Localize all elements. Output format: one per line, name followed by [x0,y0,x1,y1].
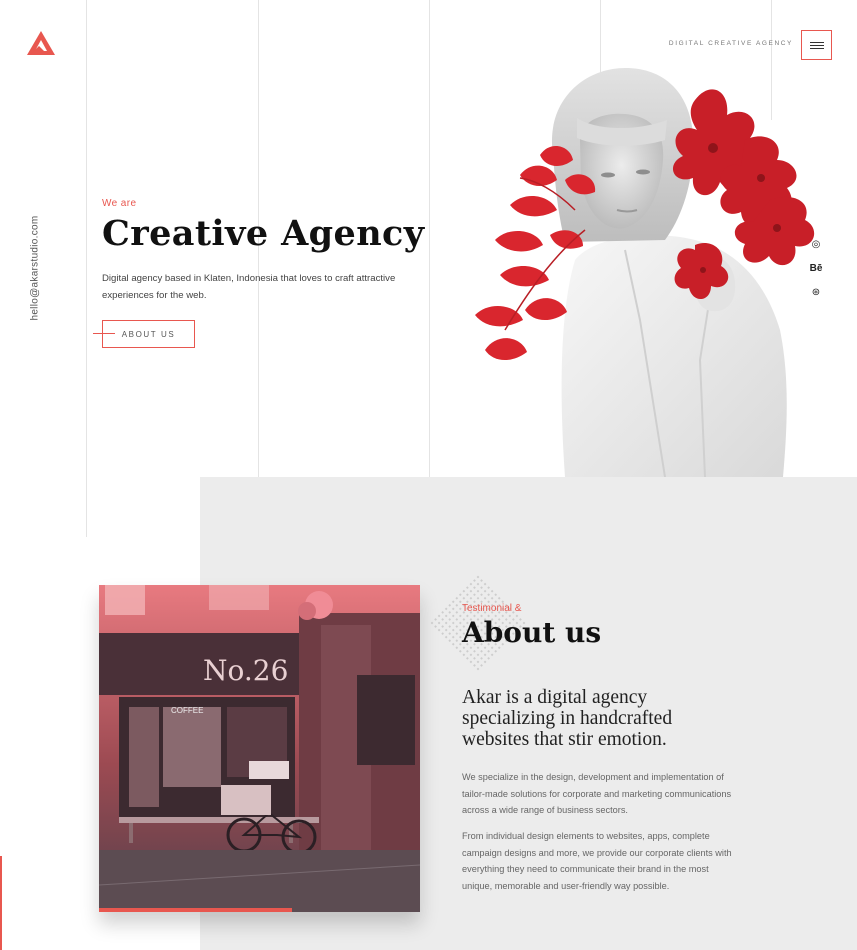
storefront-photo: No.26 COFFEE [99,585,420,912]
accent-edge [0,856,2,950]
about-us-button[interactable]: ABOUT US [102,320,195,348]
about-lead: Akar is a digital agency specializing in… [462,687,673,750]
hero-portrait-image [475,68,815,478]
hero-title: Creative Agency [102,213,425,254]
about-paragraph-1: We specialize in the design, development… [462,772,732,815]
hero-description: Digital agency based in Klaten, Indonesi… [102,273,396,301]
triangle-logo-icon[interactable] [26,30,56,56]
grid-line [429,0,430,477]
grid-line [86,0,87,537]
behance-icon[interactable]: Bē [805,260,827,276]
about-title: About us [462,616,602,649]
instagram-icon[interactable]: ◎ [805,236,827,252]
button-accent-line [93,333,115,334]
menu-button[interactable] [801,30,832,60]
photo-progress-bar [99,908,292,912]
hero-pretitle: We are [102,198,137,209]
shop-window-sign: COFFEE [171,706,203,715]
contact-email[interactable]: hello@akarstudio.com [30,215,41,320]
storefront-illustration: No.26 COFFEE [99,585,420,912]
agency-tagline: DIGITAL CREATIVE AGENCY [668,40,793,47]
dribbble-icon[interactable]: ⊛ [805,284,827,300]
shop-number-sign: No.26 [203,654,288,687]
about-paragraph-2: From individual design elements to websi… [462,831,732,891]
about-pretitle: Testimonial & [462,603,522,614]
hamburger-icon [810,48,824,49]
hamburger-icon [810,42,824,43]
hamburger-icon [810,45,824,46]
